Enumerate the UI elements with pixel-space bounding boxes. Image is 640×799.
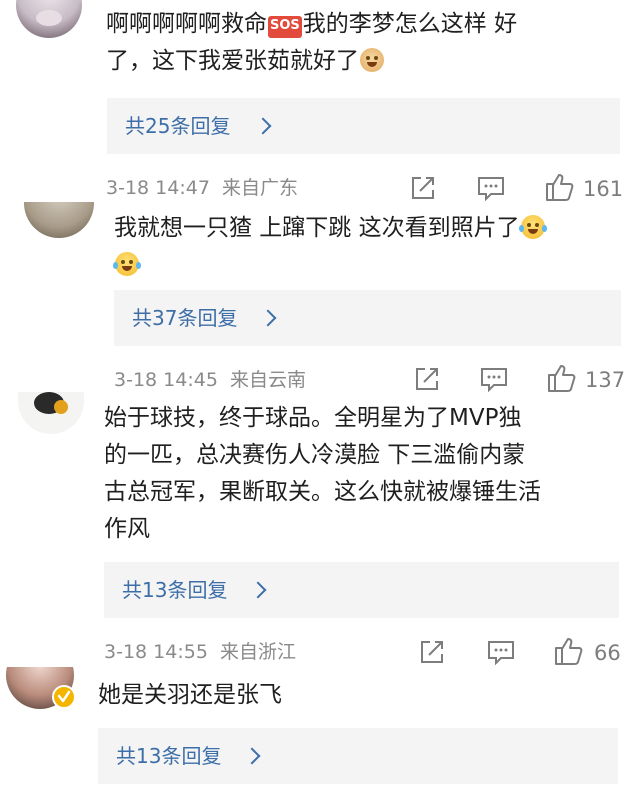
comment-meta: 3-18 14:55 来自浙江 (104, 640, 296, 664)
doge-emoji-icon (360, 48, 384, 72)
thumbs-up-icon[interactable] (553, 636, 583, 666)
avatar[interactable] (24, 202, 94, 238)
comment-icon[interactable] (480, 366, 508, 392)
laughing-crying-emoji-icon (518, 215, 547, 239)
comment-2: 我就想一只猹 上蹿下跳 这次看到照片了 共37条回复 3-18 14:45 来自… (0, 202, 640, 392)
comment-meta: 3-18 14:47 来自广东 (106, 176, 298, 200)
comment-meta: 3-18 14:45 来自云南 (114, 368, 306, 392)
chevron-right-icon (254, 117, 272, 135)
comment-text: 她是关羽还是张飞 (98, 677, 618, 714)
comment-4: 她是关羽还是张飞 共13条回复 (0, 667, 640, 799)
chevron-right-icon (249, 581, 267, 599)
comment-line: 了，这下我爱张茹就好了 (106, 48, 359, 74)
verified-badge-icon (52, 685, 76, 709)
avatar[interactable] (18, 392, 84, 434)
timestamp: 3-18 14:55 (104, 641, 208, 663)
comment-icon[interactable] (487, 639, 515, 665)
sos-emoji-icon: SOS (268, 16, 302, 38)
location: 来自浙江 (220, 641, 297, 663)
comment-line: 啊啊啊啊啊救命 (106, 11, 267, 37)
comment-text: 啊啊啊啊啊救命 SOS 我的李梦怎么这样 好 了，这下我爱张茹就好了 (106, 6, 626, 80)
laughing-crying-emoji-icon (113, 252, 141, 276)
timestamp: 3-18 14:47 (106, 177, 210, 199)
location: 来自云南 (230, 369, 307, 391)
chevron-right-icon (243, 747, 261, 765)
timestamp: 3-18 14:45 (114, 369, 218, 391)
thumbs-up-icon[interactable] (546, 363, 576, 393)
reply-thread-button[interactable]: 共13条回复 (98, 728, 618, 784)
comment-text: 我就想一只猹 上蹿下跳 这次看到照片了 (113, 210, 624, 284)
avatar[interactable] (16, 0, 82, 38)
reply-count-label: 共25条回复 (125, 114, 231, 138)
avatar-ball (54, 400, 68, 414)
reply-count-label: 共13条回复 (116, 744, 222, 768)
comment-line: 她是关羽还是张飞 (98, 682, 282, 708)
comment-3: 始于球技，终于球品。全明星为了MVP独 的一匹，总决赛伤人冷漠脸 下三滥偷内蒙 … (0, 392, 640, 667)
share-icon[interactable] (410, 175, 436, 201)
comment-icon[interactable] (477, 175, 505, 201)
reply-count-label: 共13条回复 (122, 578, 228, 602)
comment-line: 始于球技，终于球品。全明星为了MVP独 (104, 405, 522, 431)
comment-line: 作风 (104, 516, 150, 542)
reply-count-label: 共37条回复 (132, 306, 238, 330)
chevron-right-icon (259, 309, 277, 327)
like-count: 66 (594, 641, 621, 665)
comment-1: 啊啊啊啊啊救命 SOS 我的李梦怎么这样 好 了，这下我爱张茹就好了 共25条回复 … (0, 0, 640, 202)
share-icon[interactable] (414, 366, 440, 392)
thumbs-up-icon[interactable] (544, 172, 574, 202)
comment-line: 的一匹，总决赛伤人冷漠脸 下三滥偷内蒙 (104, 442, 526, 468)
comment-line: 我的李梦怎么这样 好 (302, 11, 518, 37)
comment-text: 始于球技，终于球品。全明星为了MVP独 的一匹，总决赛伤人冷漠脸 下三滥偷内蒙 … (104, 400, 629, 548)
avatar-face (36, 10, 62, 26)
comment-line: 我就想一只猹 上蹿下跳 这次看到照片了 (114, 215, 520, 241)
reply-thread-button[interactable]: 共25条回复 (107, 98, 620, 154)
like-count: 161 (583, 177, 624, 201)
like-count: 137 (585, 368, 626, 392)
comment-line: 古总冠军，果断取关。这么快就被爆锤生活 (104, 479, 541, 505)
share-icon[interactable] (419, 639, 445, 665)
reply-thread-button[interactable]: 共13条回复 (104, 562, 619, 618)
location: 来自广东 (222, 177, 299, 199)
reply-thread-button[interactable]: 共37条回复 (114, 290, 621, 346)
